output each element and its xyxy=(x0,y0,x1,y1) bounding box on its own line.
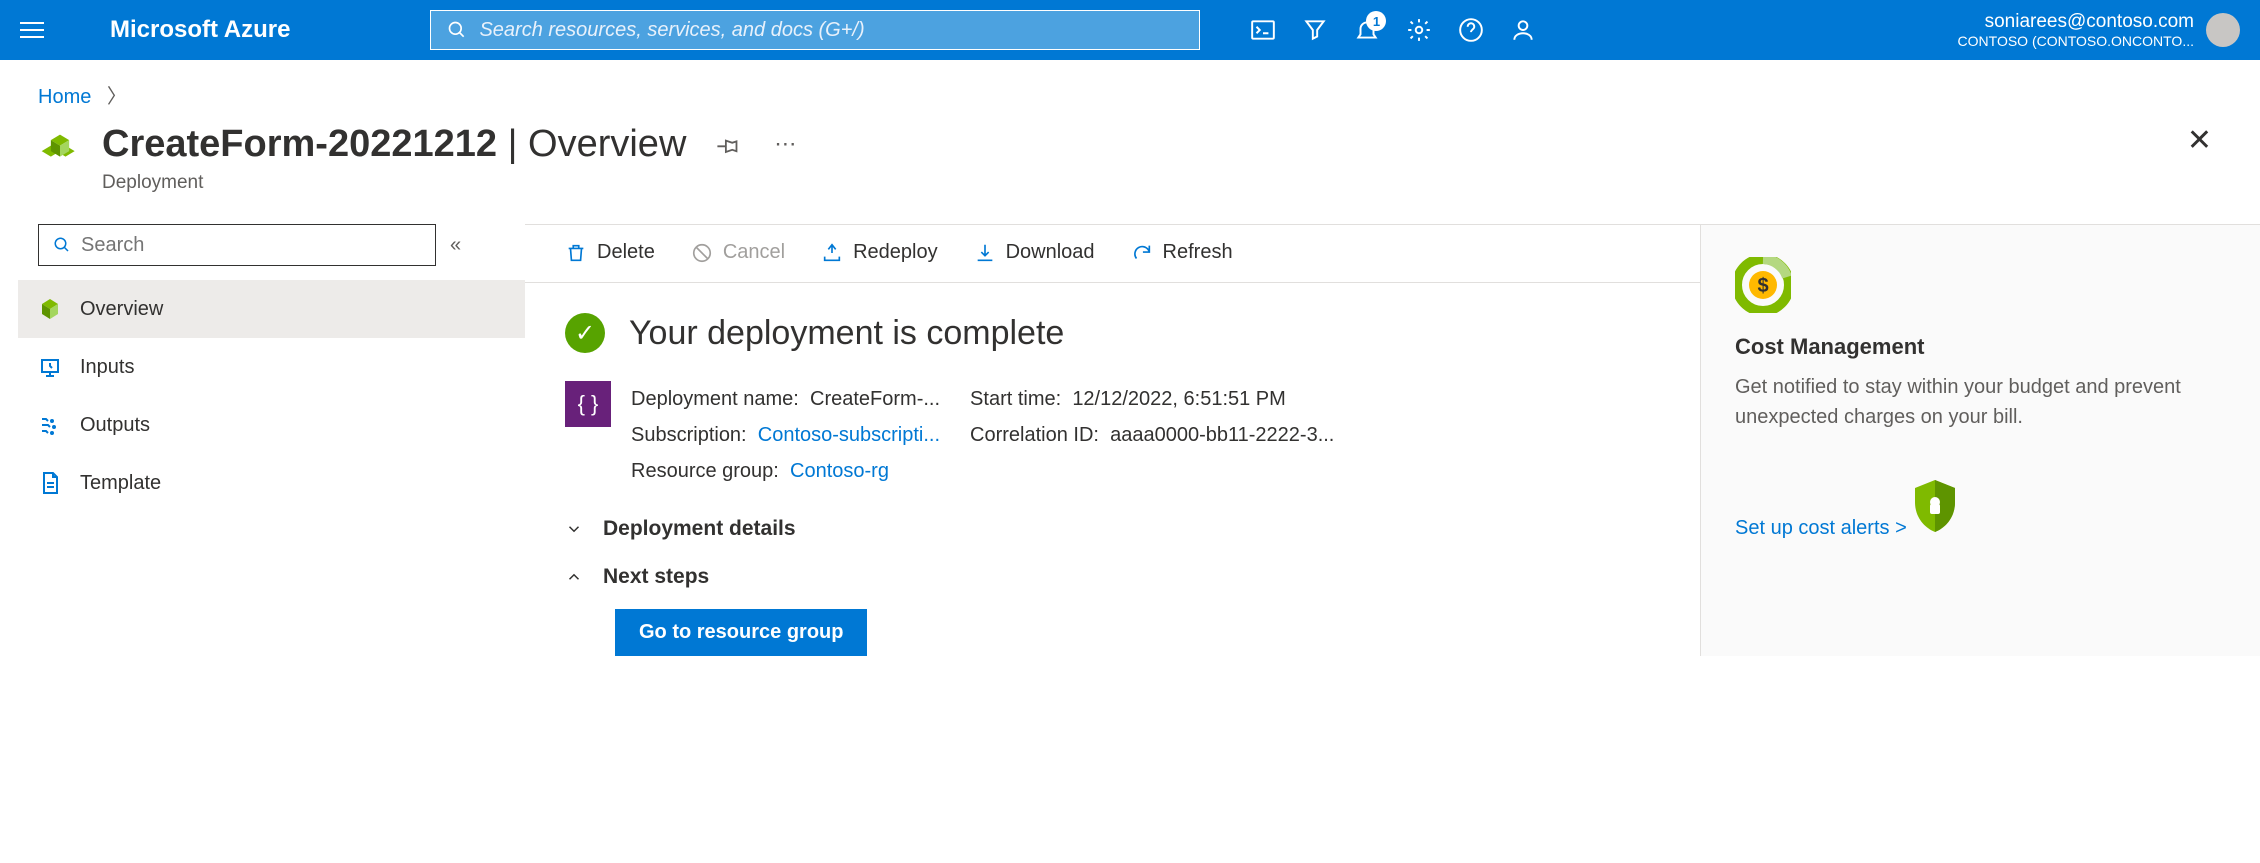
global-search[interactable] xyxy=(430,10,1200,50)
download-icon xyxy=(974,242,996,264)
deployment-name-value: CreateForm-... xyxy=(810,388,940,410)
sidebar-search[interactable] xyxy=(38,224,436,266)
deployment-name-label: Deployment name: xyxy=(631,388,799,410)
start-time-label: Start time: xyxy=(970,388,1061,410)
subscription-link[interactable]: Contoso-subscripti... xyxy=(758,424,940,446)
menu-icon[interactable] xyxy=(20,22,60,38)
correlation-id-label: Correlation ID: xyxy=(970,424,1099,446)
account-tenant: CONTOSO (CONTOSO.ONCONTO... xyxy=(1958,33,2194,49)
sidebar-item-outputs[interactable]: Outputs xyxy=(18,396,525,454)
cloud-shell-icon[interactable] xyxy=(1250,17,1276,43)
next-steps-section[interactable]: Next steps xyxy=(525,547,1700,595)
resource-group-link[interactable]: Contoso-rg xyxy=(790,460,889,482)
inputs-icon xyxy=(38,355,62,379)
outputs-icon xyxy=(38,413,62,437)
more-icon[interactable]: ⋯ xyxy=(774,131,796,157)
sidebar-search-input[interactable] xyxy=(81,234,421,257)
cube-small-icon xyxy=(38,297,62,321)
global-search-input[interactable] xyxy=(479,19,1183,42)
chevron-right-icon: 〉 xyxy=(107,86,127,108)
shield-icon xyxy=(1911,478,1959,534)
chevron-down-icon xyxy=(565,520,583,538)
template-icon xyxy=(38,471,62,495)
go-to-resource-group-button[interactable]: Go to resource group xyxy=(615,609,867,656)
notifications-icon[interactable]: 1 xyxy=(1354,17,1380,43)
sidebar-item-inputs[interactable]: Inputs xyxy=(18,338,525,396)
header-icon-group: 1 xyxy=(1250,17,1536,43)
deployment-details-section[interactable]: Deployment details xyxy=(525,499,1700,547)
correlation-id-value: aaaa0000-bb11-2222-3... xyxy=(1110,424,1334,446)
cost-management-title: Cost Management xyxy=(1735,334,2226,360)
sidebar-item-label: Overview xyxy=(80,298,163,321)
cost-management-desc: Get notified to stay within your budget … xyxy=(1735,372,2226,432)
sidebar: « Overview Inputs Outputs Template xyxy=(0,224,525,656)
status-row: ✓ Your deployment is complete xyxy=(525,283,1700,363)
page-title: CreateForm-20221212 | Overview xyxy=(102,123,686,166)
redeploy-button[interactable]: Redeploy xyxy=(821,241,938,264)
page-title-row: CreateForm-20221212 | Overview Deploymen… xyxy=(0,119,2260,224)
sidebar-item-overview[interactable]: Overview xyxy=(18,280,525,338)
download-button[interactable]: Download xyxy=(974,241,1095,264)
deployment-details-row: { } Deployment name: CreateForm-... Subs… xyxy=(525,363,1700,499)
avatar[interactable] xyxy=(2206,13,2240,47)
notification-badge: 1 xyxy=(1366,11,1386,31)
cancel-icon xyxy=(691,242,713,264)
cancel-button: Cancel xyxy=(691,241,785,264)
content: Delete Cancel Redeploy Download Refresh xyxy=(525,224,2260,656)
trash-icon xyxy=(565,242,587,264)
refresh-button[interactable]: Refresh xyxy=(1131,241,1233,264)
start-time-value: 12/12/2022, 6:51:51 PM xyxy=(1072,388,1286,410)
deployment-cube-icon xyxy=(38,131,82,175)
help-icon[interactable] xyxy=(1458,17,1484,43)
toolbar: Delete Cancel Redeploy Download Refresh xyxy=(525,225,1700,283)
main-layout: « Overview Inputs Outputs Template Delet… xyxy=(0,224,2260,656)
refresh-icon xyxy=(1131,242,1153,264)
top-header: Microsoft Azure 1 soniarees@contoso.com … xyxy=(0,0,2260,60)
content-main: Delete Cancel Redeploy Download Refresh xyxy=(525,225,1700,656)
cost-management-icon: $ xyxy=(1735,257,1791,313)
collapse-icon[interactable]: « xyxy=(450,234,461,257)
sidebar-item-label: Inputs xyxy=(80,356,134,379)
search-icon xyxy=(447,20,467,40)
account-info[interactable]: soniarees@contoso.com CONTOSO (CONTOSO.O… xyxy=(1958,11,2194,49)
right-panel: $ Cost Management Get notified to stay w… xyxy=(1700,225,2260,656)
feedback-icon[interactable] xyxy=(1510,17,1536,43)
status-title: Your deployment is complete xyxy=(629,314,1064,353)
breadcrumb-home[interactable]: Home xyxy=(38,86,91,108)
resource-group-label: Resource group: xyxy=(631,460,779,482)
chevron-up-icon xyxy=(565,568,583,586)
delete-button[interactable]: Delete xyxy=(565,241,655,264)
subscription-label: Subscription: xyxy=(631,424,747,446)
sidebar-item-label: Template xyxy=(80,472,161,495)
cost-alerts-link[interactable]: Set up cost alerts > xyxy=(1735,517,1907,539)
arm-template-icon: { } xyxy=(565,381,611,427)
page-subtitle: Deployment xyxy=(102,172,686,194)
pin-icon[interactable] xyxy=(716,135,740,159)
svg-text:$: $ xyxy=(1757,275,1768,297)
redeploy-icon xyxy=(821,242,843,264)
settings-icon[interactable] xyxy=(1406,17,1432,43)
sidebar-item-template[interactable]: Template xyxy=(18,454,525,512)
success-check-icon: ✓ xyxy=(565,313,605,353)
sidebar-item-label: Outputs xyxy=(80,414,150,437)
search-icon xyxy=(53,236,71,254)
filter-icon[interactable] xyxy=(1302,17,1328,43)
close-icon[interactable]: ✕ xyxy=(2187,123,2212,158)
account-email: soniarees@contoso.com xyxy=(1958,11,2194,33)
brand-label[interactable]: Microsoft Azure xyxy=(110,16,290,44)
breadcrumb: Home 〉 xyxy=(0,60,2260,119)
